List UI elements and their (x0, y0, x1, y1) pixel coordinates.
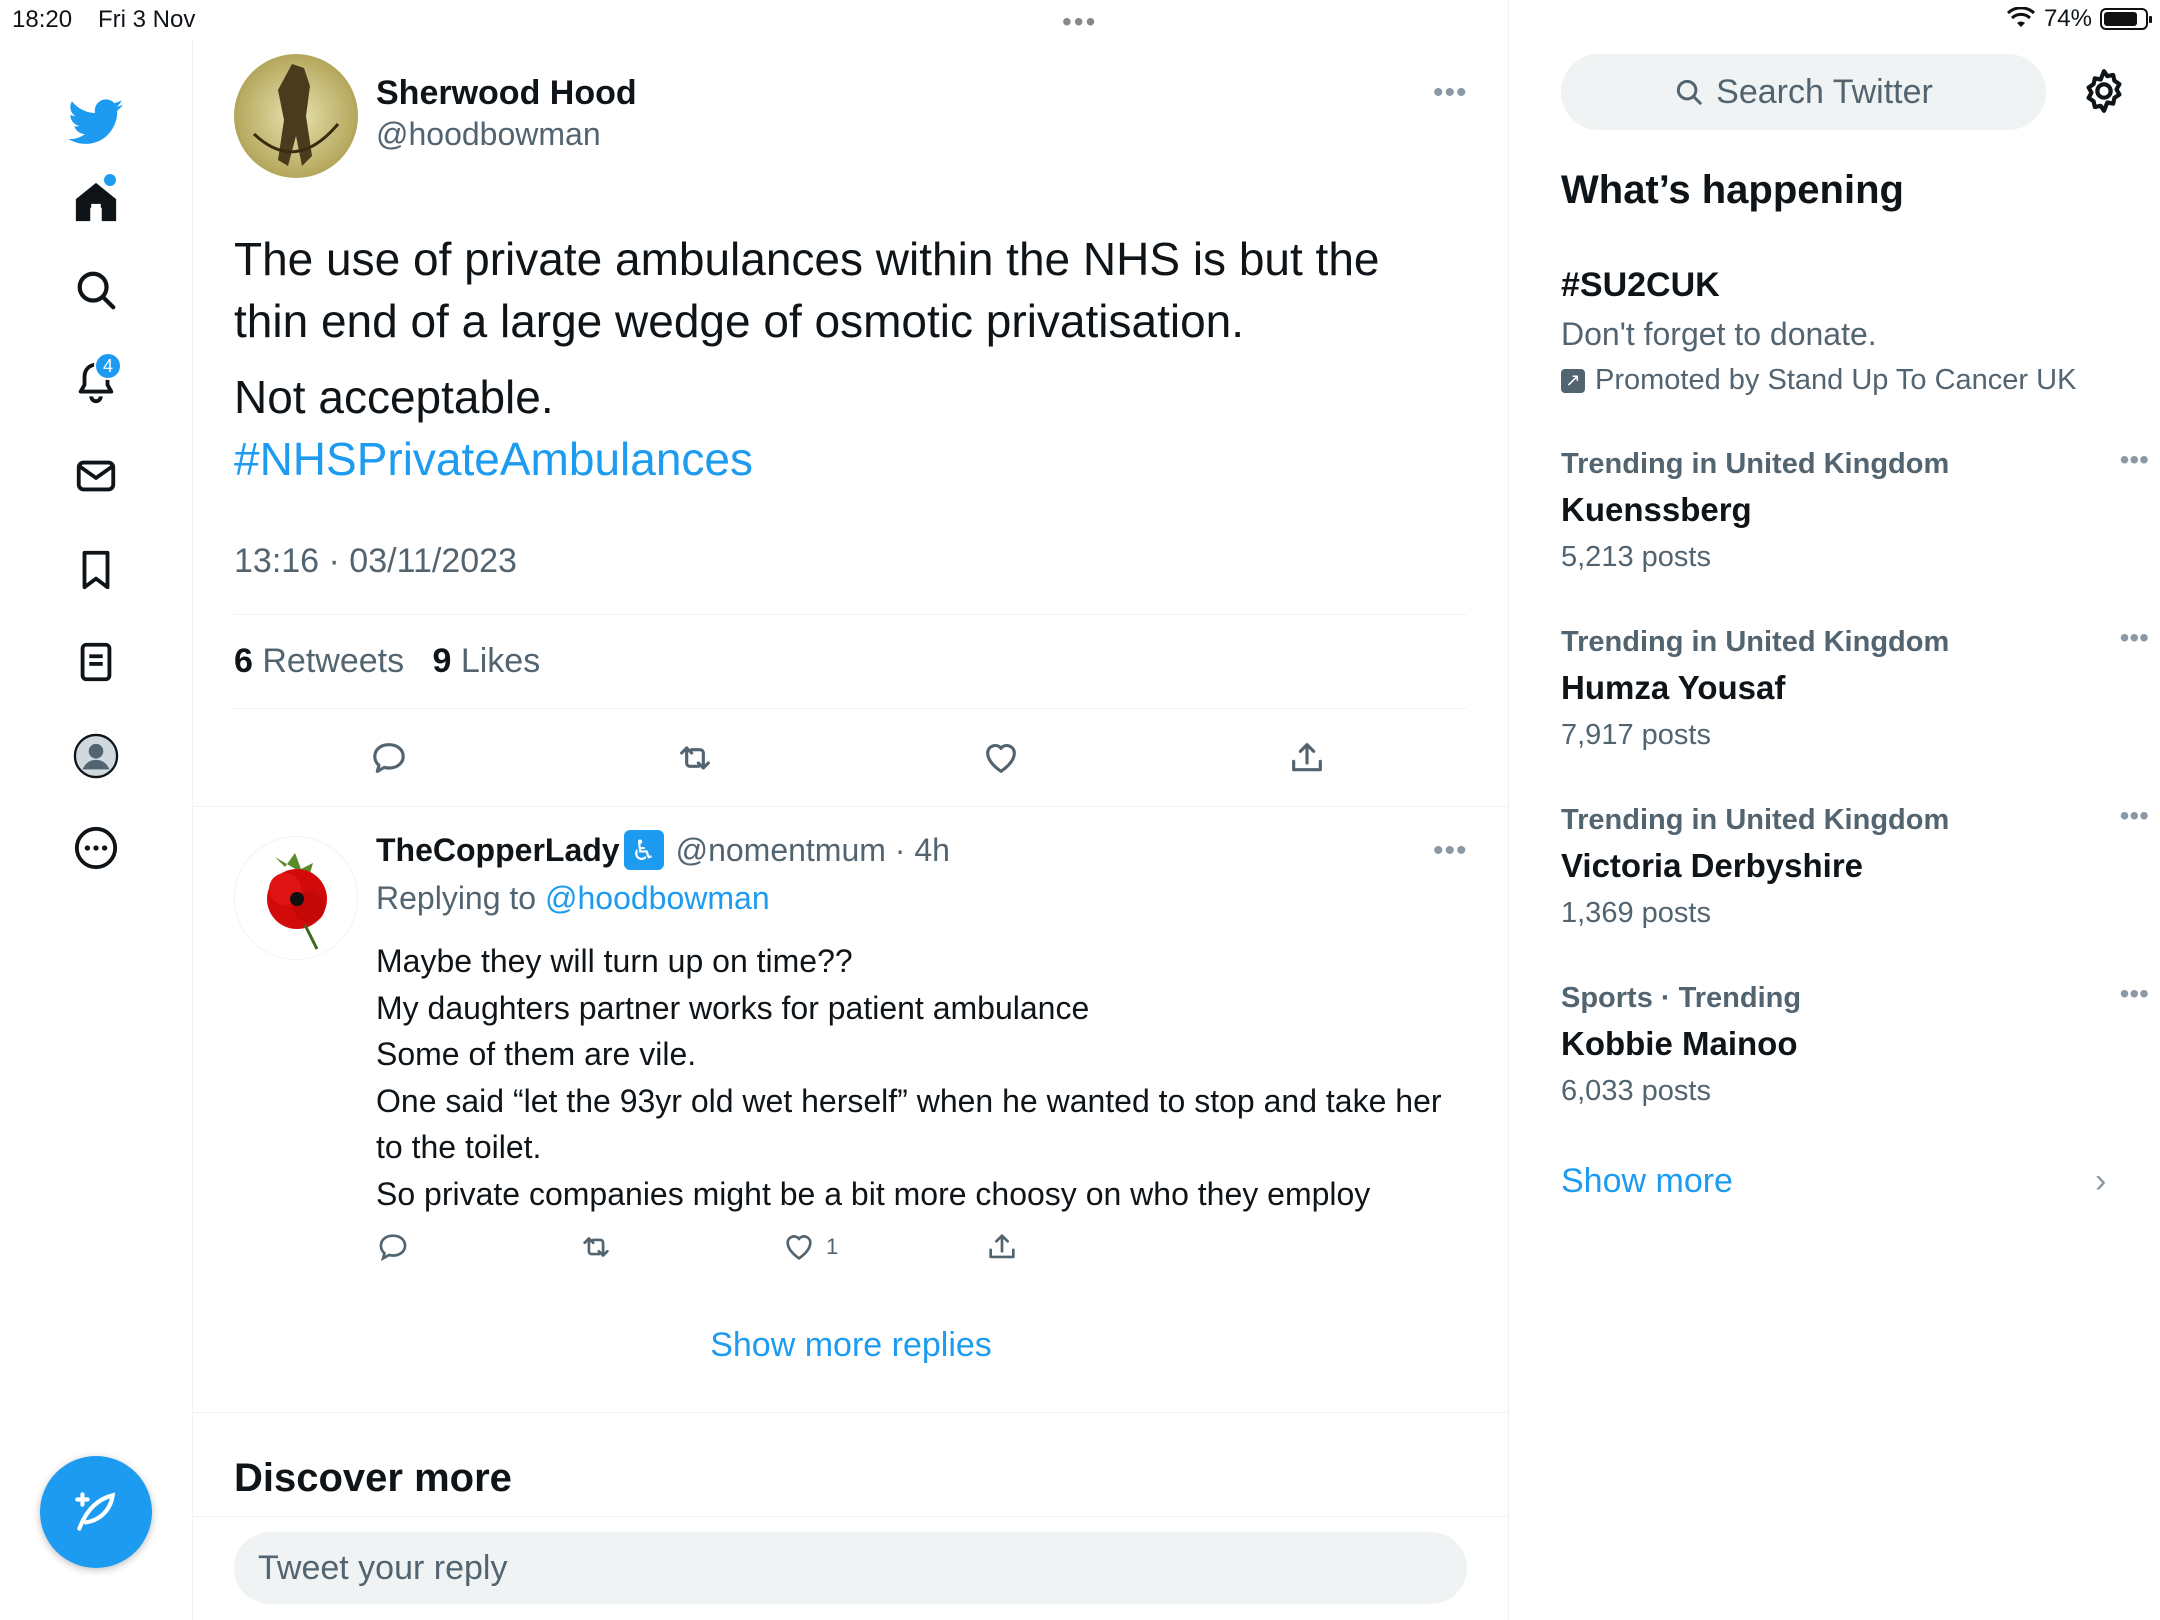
tweet-author-handle[interactable]: @hoodbowman (376, 116, 601, 153)
reply-author-row: TheCopperLady ♿ @nomentmum · 4h (376, 830, 950, 870)
trend-context: Trending in United Kingdom (1561, 626, 1950, 658)
trend-more-icon[interactable]: ••• (2120, 978, 2149, 1010)
trend-item[interactable]: Trending in United Kingdom Kuenssberg 5,… (1561, 444, 2149, 574)
trend-name: Kobbie Mainoo (1561, 1025, 1798, 1062)
trend-context: Trending in United Kingdom (1561, 804, 1950, 836)
settings-gear-icon[interactable] (2079, 66, 2129, 116)
search-placeholder: Search Twitter (1716, 72, 1933, 111)
profile-avatar-icon[interactable] (64, 724, 128, 788)
retweets-label[interactable]: Retweets (262, 642, 404, 680)
replying-prefix: Replying to (376, 880, 537, 916)
trend-more-icon[interactable]: ••• (2120, 622, 2149, 654)
tweet-timestamp[interactable]: 13:16 · 03/11/2023 (234, 542, 517, 581)
promoted-icon: ↗ (1561, 368, 1585, 393)
tweet-reply-input[interactable] (234, 1532, 1467, 1604)
tweet-text-second: Not acceptable. (234, 371, 554, 423)
right-sidebar: Search Twitter What’s happening #SU2CUK … (1509, 0, 2160, 1620)
likes-count: 9 (432, 642, 452, 680)
more-options-icon[interactable] (64, 816, 128, 880)
tweet-text: The use of private ambulances within the… (234, 233, 1380, 347)
reply-line: One said “let the 93yr old wet herself” … (376, 1082, 1442, 1166)
reply-like-icon (786, 1235, 812, 1260)
promoted-trend-description: Don't forget to donate. (1561, 316, 1877, 352)
tweet-reply-box[interactable] (234, 1532, 1467, 1604)
trend-count: 5,213 posts (1561, 541, 1711, 573)
promoted-by-line: ↗ Promoted by Stand Up To Cancer UK (1561, 364, 2076, 397)
notifications-bell-icon[interactable]: 4 (64, 350, 128, 414)
compose-tweet-button[interactable] (40, 1456, 152, 1568)
notifications-badge: 4 (94, 352, 122, 380)
compose-feather-icon (75, 1492, 116, 1531)
trend-count: 6,033 posts (1561, 1075, 1711, 1107)
replying-to-line: Replying to @hoodbowman (376, 880, 770, 917)
share-action-icon[interactable] (1283, 734, 1331, 782)
reply-reply-icon[interactable] (376, 1230, 410, 1264)
whats-happening-heading: What’s happening (1561, 168, 1904, 212)
discover-more-heading: Discover more (234, 1456, 512, 1500)
divider (193, 1412, 1509, 1413)
trend-item[interactable]: Trending in United Kingdom Humza Yousaf … (1561, 622, 2149, 752)
reply-line: Maybe they will turn up on time?? (376, 943, 853, 979)
reply-like-count: 1 (826, 1234, 839, 1259)
replying-to-handle-link[interactable]: @hoodbowman (545, 880, 770, 916)
main-column: Sherwood Hood @hoodbowman ••• The use of… (193, 0, 1509, 1620)
home-unread-dot (104, 174, 116, 186)
retweet-action-icon[interactable] (671, 734, 719, 782)
trend-count: 1,369 posts (1561, 897, 1711, 929)
reply-text: Maybe they will turn up on time?? My dau… (376, 938, 1466, 1217)
show-more-trends-link[interactable]: Show more (1561, 1162, 1733, 1201)
trend-name: Humza Yousaf (1561, 669, 1786, 706)
trend-more-icon[interactable]: ••• (2120, 444, 2149, 476)
reply-like-button[interactable]: 1 (782, 1230, 838, 1264)
reply-retweet-icon[interactable] (579, 1230, 613, 1264)
trend-more-icon[interactable]: ••• (2120, 800, 2149, 832)
reply-author-avatar[interactable] (234, 836, 358, 960)
wheelchair-icon: ♿ (623, 830, 664, 870)
home-icon[interactable] (64, 170, 128, 234)
divider (234, 708, 1467, 709)
trend-name: Victoria Derbyshire (1561, 847, 1864, 884)
search-bar[interactable]: Search Twitter (1561, 54, 2046, 130)
left-nav: 4 (0, 40, 193, 1620)
reply-line: So private companies might be a bit more… (376, 1175, 1371, 1212)
promoted-by-text: Promoted by Stand Up To Cancer UK (1595, 364, 2077, 396)
show-more-replies-link[interactable]: Show more replies (193, 1326, 1509, 1365)
promoted-trend-tag[interactable]: #SU2CUK (1561, 266, 1720, 305)
status-time: 18:20 (12, 6, 73, 33)
reply-author-handle[interactable]: @nomentmum · 4h (676, 832, 950, 869)
trend-name: Kuenssberg (1561, 491, 1752, 528)
like-action-icon[interactable] (977, 734, 1025, 782)
messages-envelope-icon[interactable] (64, 444, 128, 508)
tweet-stats: 6 Retweets 9 Likes (234, 642, 540, 681)
lists-icon[interactable] (64, 630, 128, 694)
reply-more-icon[interactable]: ••• (1433, 834, 1468, 868)
tweet-more-icon[interactable]: ••• (1433, 76, 1468, 110)
twitter-logo-icon[interactable] (64, 90, 128, 154)
reply-action-icon[interactable] (365, 734, 413, 782)
reply-line: Some of them are vile. (376, 1036, 697, 1072)
retweets-count: 6 (234, 642, 253, 680)
trend-item[interactable]: Trending in United Kingdom Victoria Derb… (1561, 800, 2149, 930)
tweet-hashtag-link[interactable]: #NHSPrivateAmbulances (234, 428, 753, 490)
tweet-author-name[interactable]: Sherwood Hood (376, 74, 637, 113)
trend-context: Trending in United Kingdom (1561, 448, 1950, 480)
reply-share-icon[interactable] (985, 1230, 1019, 1264)
author-avatar[interactable] (234, 54, 358, 178)
divider (193, 1516, 1509, 1517)
reply-author-name[interactable]: TheCopperLady (376, 832, 620, 869)
divider (193, 806, 1509, 807)
chevron-right-icon: › (2095, 1162, 2107, 1200)
explore-search-icon[interactable] (64, 258, 128, 322)
bookmarks-icon[interactable] (64, 538, 128, 602)
trend-item[interactable]: Sports · Trending Kobbie Mainoo 6,033 po… (1561, 978, 2149, 1108)
reply-line: My daughters partner works for patient a… (376, 989, 1090, 1026)
divider (234, 614, 1467, 615)
search-icon (1677, 79, 1702, 105)
likes-label[interactable]: Likes (461, 642, 540, 680)
trend-context: Sports · Trending (1561, 982, 1802, 1014)
status-date: Fri 3 Nov (98, 6, 196, 33)
trend-count: 7,917 posts (1561, 719, 1711, 751)
